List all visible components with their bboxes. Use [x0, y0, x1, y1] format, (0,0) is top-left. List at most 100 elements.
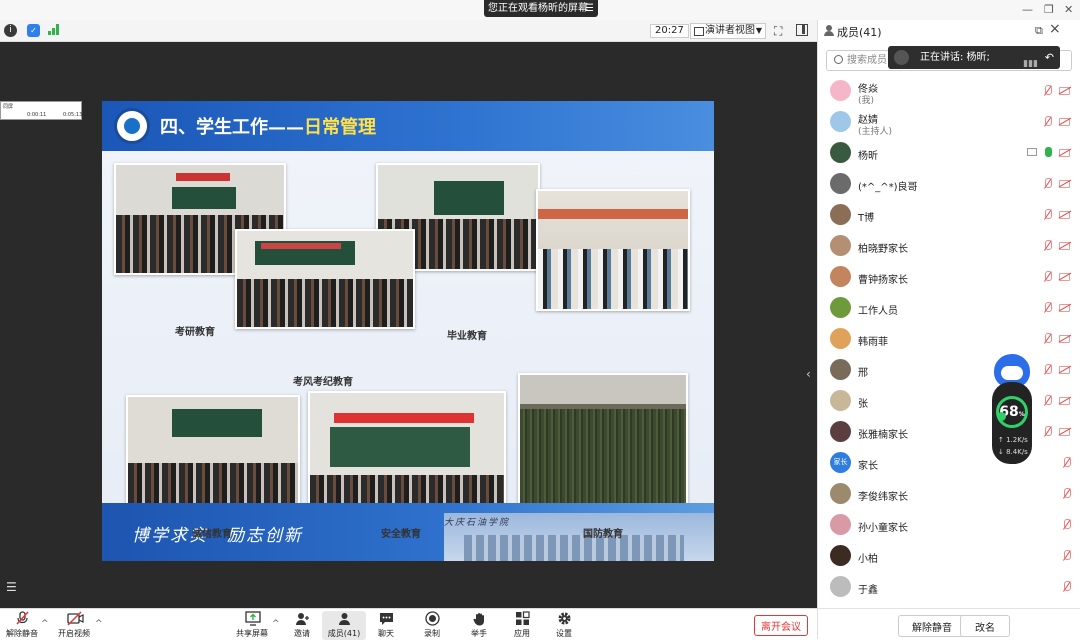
mic-muted-icon[interactable]	[1043, 271, 1052, 284]
check-icon	[997, 412, 1006, 421]
camera-off-icon[interactable]	[1059, 428, 1070, 436]
mic-muted-icon[interactable]	[1043, 240, 1052, 253]
start-video-button[interactable]: 开启视频	[52, 611, 96, 640]
mic-muted-icon[interactable]	[1043, 395, 1052, 408]
video-options-icon[interactable]: ^	[95, 619, 103, 629]
settings-button[interactable]: 设置	[542, 611, 586, 640]
member-row[interactable]: 小柏	[818, 541, 1080, 572]
member-row[interactable]: 李俊纬家长	[818, 479, 1080, 510]
close-icon[interactable]: ×	[1049, 21, 1061, 37]
avatar	[830, 142, 851, 163]
member-row[interactable]: 赵婧 (主持人)	[818, 107, 1080, 138]
member-row[interactable]: 孙小童家长	[818, 510, 1080, 541]
member-row[interactable]: 家长 家长	[818, 448, 1080, 479]
list-icon[interactable]: ☰	[6, 580, 17, 594]
member-row[interactable]: 张	[818, 386, 1080, 417]
return-icon[interactable]: ↶	[1045, 46, 1054, 69]
photo-guofang	[518, 373, 688, 523]
caption-kaoyan: 考研教育	[175, 327, 215, 338]
camera-off-icon[interactable]	[1059, 118, 1070, 126]
camera-off-icon[interactable]	[1059, 304, 1070, 312]
invite-label: 邀请	[294, 629, 310, 638]
member-row[interactable]: (*^_^*)良哥	[818, 169, 1080, 200]
speaking-indicator: 正在讲话: 杨昕; ▮▮▮ ↶	[888, 46, 1060, 69]
unmute-button[interactable]: 解除静音	[0, 611, 44, 640]
camera-off-icon[interactable]	[1059, 180, 1070, 188]
share-screen-button[interactable]: 共享屏幕	[230, 611, 274, 640]
mic-muted-icon[interactable]	[1043, 364, 1052, 377]
rename-button[interactable]: 改名	[960, 615, 1010, 637]
mic-muted-icon[interactable]	[1062, 519, 1071, 532]
record-button[interactable]: 录制	[410, 611, 454, 640]
member-role: (我)	[858, 96, 875, 106]
layout-icon[interactable]	[796, 24, 808, 36]
mic-muted-icon[interactable]	[1043, 209, 1052, 222]
member-row[interactable]: 邢	[818, 355, 1080, 386]
share-options-icon[interactable]: ^	[272, 619, 280, 629]
view-mode-select[interactable]: 演讲者视图 ▼	[690, 23, 766, 39]
photo-guoqi	[536, 189, 690, 311]
popout-icon[interactable]: ⧉	[1035, 24, 1043, 38]
member-name: 张雅楠家长	[858, 430, 908, 441]
info-icon[interactable]: i	[4, 24, 17, 37]
raise-hand-button[interactable]: 举手	[457, 611, 501, 640]
avatar	[830, 173, 851, 194]
mic-options-icon[interactable]: ^	[41, 619, 49, 629]
mini-video-window[interactable]: 同屏 0:00:11 0:05:13	[0, 101, 82, 120]
member-row[interactable]: 柏晓野家长	[818, 231, 1080, 262]
mic-muted-icon[interactable]	[1043, 85, 1052, 98]
member-row[interactable]: 韩雨菲	[818, 324, 1080, 355]
mic-muted-icon[interactable]	[1043, 333, 1052, 346]
camera-off-icon[interactable]	[1059, 211, 1070, 219]
camera-off-icon[interactable]	[1059, 397, 1070, 405]
avatar	[830, 359, 851, 380]
camera-off-icon[interactable]	[1059, 366, 1070, 374]
member-row[interactable]: 于鑫	[818, 572, 1080, 603]
apps-button[interactable]: 应用	[500, 611, 544, 640]
signal-icon[interactable]	[48, 24, 61, 35]
camera-off-icon[interactable]	[1059, 273, 1070, 281]
mic-on-icon[interactable]	[1043, 147, 1052, 160]
record-label: 录制	[424, 629, 440, 638]
fullscreen-icon[interactable]: ⛶	[774, 24, 782, 39]
mic-muted-icon[interactable]	[1043, 426, 1052, 439]
mic-muted-icon[interactable]	[1043, 116, 1052, 129]
avatar	[830, 390, 851, 411]
participants-icon	[337, 611, 352, 626]
gear-icon	[557, 611, 572, 626]
unmute-all-button[interactable]: 解除静音	[898, 615, 966, 637]
member-row[interactable]: T博	[818, 200, 1080, 231]
participants-button[interactable]: 成员(41)	[322, 611, 366, 640]
chat-button[interactable]: 聊天	[364, 611, 408, 640]
screen-share-banner[interactable]: 您正在观看杨昕的屏幕 ☰	[484, 0, 598, 17]
mic-muted-icon[interactable]	[1062, 488, 1071, 501]
panel-header: 成员(41) ⧉ ×	[818, 20, 1080, 42]
invite-button[interactable]: 邀请	[280, 611, 324, 640]
camera-off-icon[interactable]	[1059, 87, 1070, 95]
maximize-icon[interactable]: ❐	[1044, 3, 1054, 16]
mini-video-time-left: 0:00:11	[27, 112, 47, 118]
mic-muted-icon[interactable]	[1062, 581, 1071, 594]
camera-off-icon[interactable]	[1059, 335, 1070, 343]
member-row[interactable]: 工作人员	[818, 293, 1080, 324]
close-window-icon[interactable]: ✕	[1064, 3, 1073, 16]
mic-muted-icon[interactable]	[1062, 457, 1071, 470]
member-row[interactable]: 曹钟扬家长	[818, 262, 1080, 293]
menu-icon[interactable]: ☰	[585, 0, 594, 17]
member-row[interactable]: 佟焱 (我)	[818, 76, 1080, 107]
member-row[interactable]: 杨昕	[818, 138, 1080, 169]
avatar	[830, 266, 851, 287]
camera-off-icon[interactable]	[1059, 149, 1070, 157]
shield-icon[interactable]: ✓	[27, 24, 40, 37]
member-row[interactable]: 张雅楠家长	[818, 417, 1080, 448]
leave-meeting-button[interactable]: 离开会议	[754, 615, 808, 636]
mic-muted-icon[interactable]	[1043, 302, 1052, 315]
mic-muted-icon[interactable]	[1062, 550, 1071, 563]
camera-off-icon[interactable]	[1059, 242, 1070, 250]
invite-icon	[295, 611, 310, 626]
network-status-widget[interactable]: 68% ↑ 1.2K/s ↓ 8.4K/s	[990, 354, 1034, 464]
chevron-left-icon[interactable]: ‹	[806, 367, 811, 381]
people-icon	[824, 25, 834, 36]
minimize-icon[interactable]: —	[1022, 3, 1033, 16]
mic-muted-icon[interactable]	[1043, 178, 1052, 191]
